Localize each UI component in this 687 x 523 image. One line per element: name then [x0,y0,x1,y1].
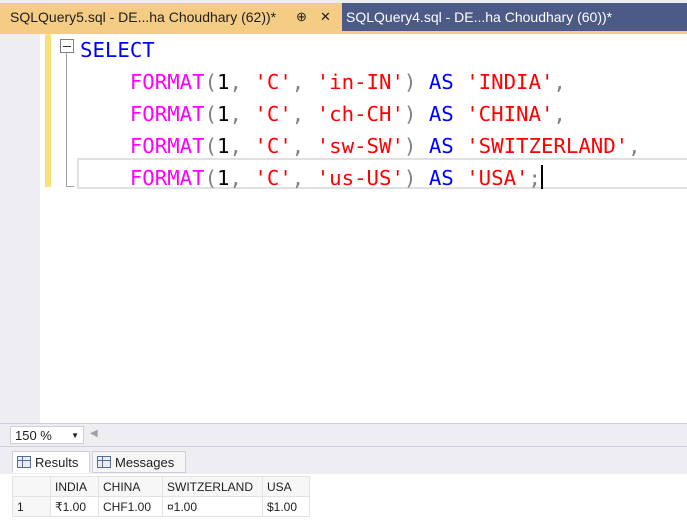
code-token: ( [204,70,218,94]
results-grid: INDIA CHINA SWITZERLAND USA 1 ₹1.00 CHF1… [12,476,310,517]
code-token: 'in-IN' [316,70,404,94]
code-token: , [628,134,641,158]
text-caret [540,165,543,189]
tab-title: SQLQuery4.sql - DE...ha Choudhary (60))* [346,9,613,25]
code-token: 'INDIA' [466,70,554,94]
zoom-dropdown[interactable]: 150 % ▼ [10,426,84,444]
results-tab-strip: Results Messages [0,446,687,474]
document-tab-strip: SQLQuery5.sql - DE...ha Choudhary (62))*… [0,0,687,34]
collapse-toggle-icon[interactable] [60,39,74,53]
code-token: SELECT [80,38,155,62]
code-token: 'C' [254,102,292,126]
code-token: 'ch-CH' [316,102,404,126]
code-token: , [553,70,566,94]
editor-gutter [0,34,40,423]
code-token: , [291,102,317,126]
code-token: ) [403,102,429,126]
table-row: 1 ₹1.00 CHF1.00 ¤1.00 $1.00 [12,496,310,517]
code-token: 1 [217,102,230,126]
code-token: 'us-US' [316,166,404,190]
code-token: ) [403,70,429,94]
code-token: , [229,166,255,190]
code-token: 1 [217,166,230,190]
code-token: 'C' [254,70,292,94]
code-token: FORMAT [129,166,205,190]
column-header[interactable]: INDIA [50,476,99,497]
code-token: , [291,134,317,158]
code-line[interactable]: SELECT [80,34,155,66]
query-editor[interactable]: SELECT FORMAT(1, 'C', 'in-IN') AS 'INDIA… [0,34,687,423]
code-token: 'C' [254,134,292,158]
tab-results[interactable]: Results [12,451,90,473]
code-token: , [229,102,255,126]
code-token: ) [403,134,429,158]
tab-messages[interactable]: Messages [92,451,186,473]
code-token: AS [428,102,454,126]
code-token: ( [204,134,218,158]
row-number[interactable]: 1 [12,496,51,517]
tab-title: SQLQuery5.sql - DE...ha Choudhary (62))* [10,9,277,25]
tab-results-label: Results [35,454,79,470]
code-token: 1 [217,70,230,94]
code-token: 1 [217,134,230,158]
code-token: ( [204,166,218,190]
change-indicator [45,34,51,187]
results-grid-area: INDIA CHINA SWITZERLAND USA 1 ₹1.00 CHF1… [0,474,687,523]
code-token: , [291,70,317,94]
code-token: AS [428,70,454,94]
code-token: 'USA' [466,166,529,190]
code-token: 'SWITZERLAND' [466,134,629,158]
grid-cell[interactable]: ₹1.00 [50,496,99,517]
grid-header-row: INDIA CHINA SWITZERLAND USA [12,476,310,497]
pin-icon[interactable]: ⊕ [296,9,307,25]
close-icon[interactable]: ✕ [320,9,331,25]
code-line[interactable]: FORMAT(1, 'C', 'sw-SW') AS 'SWITZERLAND'… [80,130,641,162]
zoom-value: 150 % [15,427,52,443]
code-token: 'C' [254,166,292,190]
code-token: 'CHINA' [466,102,554,126]
tab-sqlquery4[interactable]: SQLQuery4.sql - DE...ha Choudhary (60))* [342,3,687,31]
code-token: ) [403,166,429,190]
grid-cell[interactable]: ¤1.00 [162,496,263,517]
fold-guide [66,53,67,186]
chevron-down-icon[interactable]: ▼ [71,431,79,440]
column-header[interactable]: CHINA [98,476,163,497]
code-line[interactable]: FORMAT(1, 'C', 'us-US') AS 'USA'; [80,162,543,194]
code-line[interactable]: FORMAT(1, 'C', 'ch-CH') AS 'CHINA', [80,98,566,130]
zoom-bar: 150 % ▼ ◀ [0,423,687,445]
code-token: FORMAT [129,70,205,94]
messages-icon [97,456,111,468]
tab-sqlquery5[interactable]: SQLQuery5.sql - DE...ha Choudhary (62))*… [0,3,342,31]
code-token: 'sw-SW' [316,134,404,158]
code-token: AS [428,134,454,158]
grid-cell[interactable]: $1.00 [262,496,310,517]
code-token: , [229,70,255,94]
code-token: AS [428,166,454,190]
column-header[interactable]: USA [262,476,310,497]
code-token: , [229,134,255,158]
tab-messages-label: Messages [115,454,175,470]
grid-icon [17,456,31,468]
code-token: ( [204,102,218,126]
row-number-header[interactable] [12,476,51,497]
scroll-left-icon[interactable]: ◀ [90,428,98,439]
code-token: FORMAT [129,134,205,158]
grid-cell[interactable]: CHF1.00 [98,496,163,517]
code-token: FORMAT [129,102,205,126]
fold-guide-end [66,186,74,187]
code-line[interactable]: FORMAT(1, 'C', 'in-IN') AS 'INDIA', [80,66,566,98]
code-token: ; [528,166,541,190]
code-token: , [291,166,317,190]
column-header[interactable]: SWITZERLAND [162,476,263,497]
code-token: , [553,102,566,126]
